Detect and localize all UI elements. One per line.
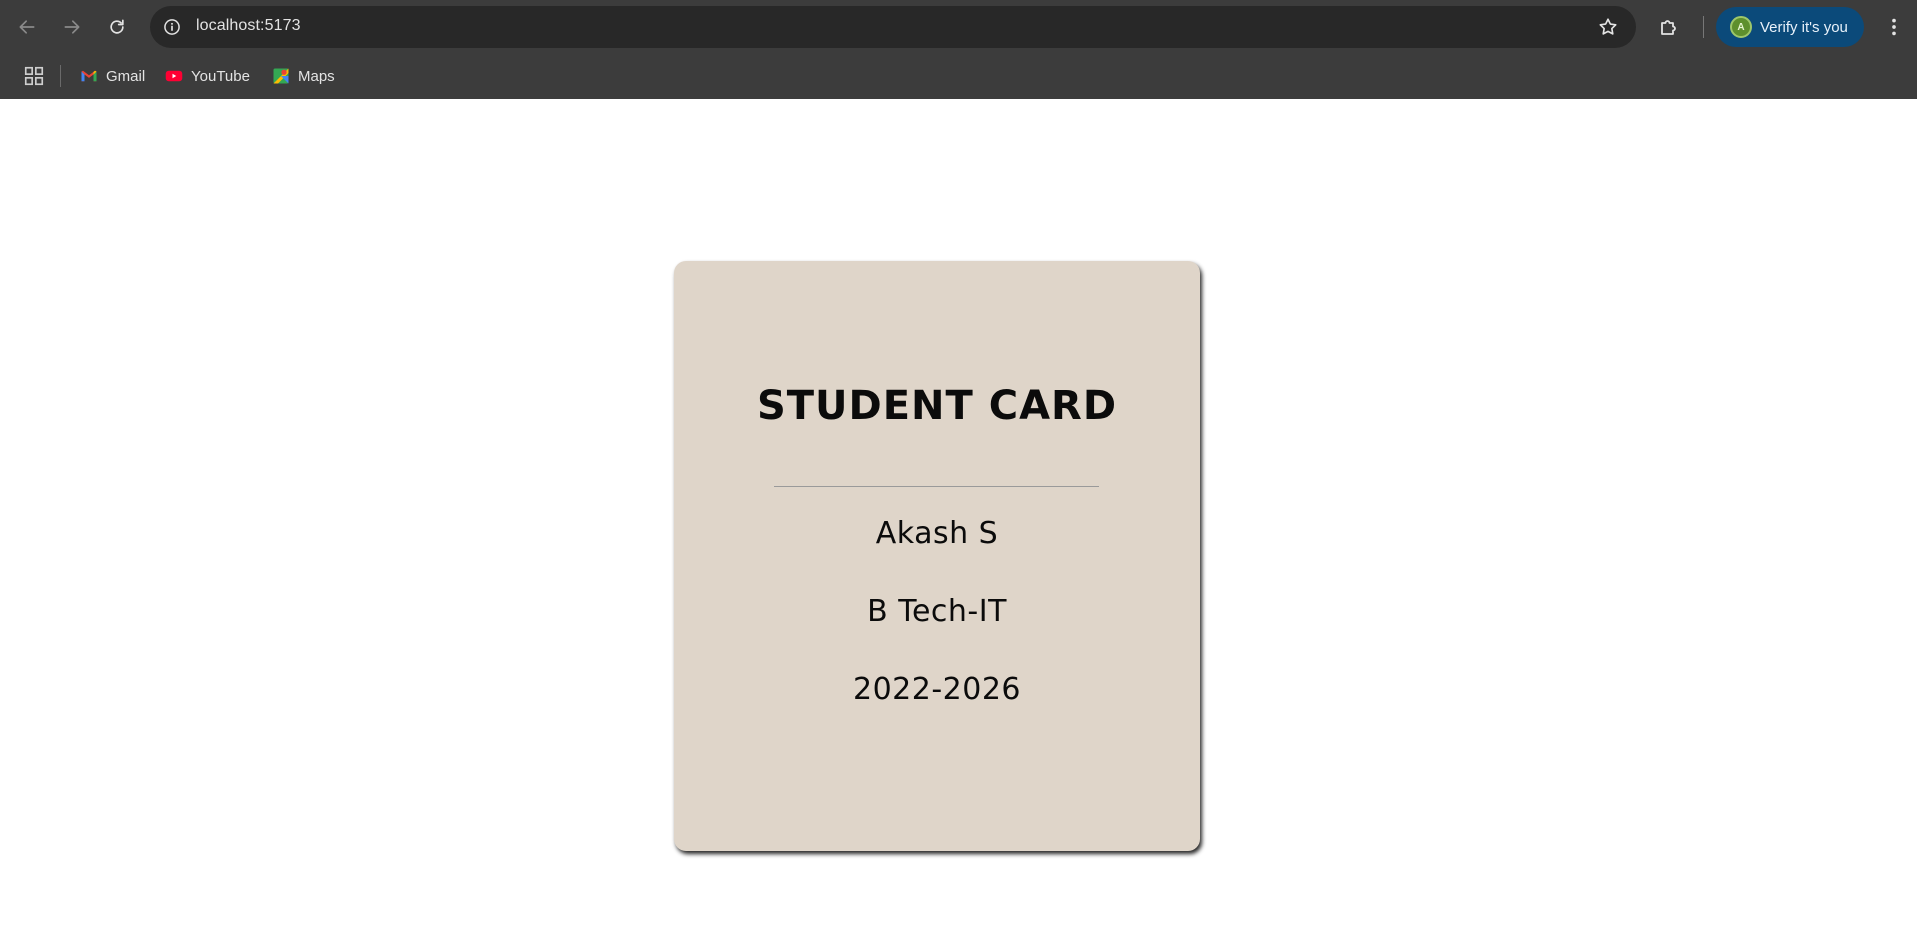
- apps-grid-icon[interactable]: [22, 64, 46, 88]
- puzzle-icon: [1661, 20, 1676, 35]
- back-button[interactable]: [11, 11, 43, 43]
- arrow-left-icon: [19, 20, 35, 34]
- browser-toolbar: localhost:5173 A Verify it's you: [0, 0, 1917, 54]
- forward-button[interactable]: [56, 11, 88, 43]
- address-bar[interactable]: localhost:5173: [150, 6, 1636, 48]
- bookmark-youtube[interactable]: YouTube: [165, 63, 250, 89]
- bookmark-maps[interactable]: Maps: [272, 63, 335, 89]
- student-program: B Tech-IT: [867, 594, 1007, 629]
- youtube-icon: [165, 67, 183, 85]
- student-name: Akash S: [875, 516, 999, 551]
- maps-icon: [272, 67, 290, 85]
- bookmarks-divider: [60, 65, 61, 87]
- toolbar-divider: [1703, 16, 1704, 38]
- arrow-right-icon: [64, 20, 80, 34]
- bookmarks-bar: Gmail YouTube Maps: [0, 54, 1917, 99]
- card-divider: [774, 486, 1099, 487]
- site-info-icon[interactable]: [160, 15, 184, 39]
- reload-button[interactable]: [101, 11, 133, 43]
- extensions-button[interactable]: [1655, 13, 1683, 41]
- browser-menu-button[interactable]: [1880, 13, 1908, 41]
- student-card: STUDENT CARD Akash S B Tech-IT 2022-2026: [674, 261, 1200, 851]
- card-title: STUDENT CARD: [756, 383, 1118, 429]
- url-text[interactable]: localhost:5173: [196, 17, 301, 35]
- verify-label: Verify it's you: [1760, 18, 1848, 36]
- avatar: A: [1730, 16, 1752, 38]
- kebab-menu-icon: [1892, 18, 1896, 36]
- bookmark-gmail[interactable]: Gmail: [80, 63, 145, 89]
- student-batch: 2022-2026: [852, 672, 1022, 707]
- bookmark-label: YouTube: [191, 67, 250, 85]
- bookmark-star-icon[interactable]: [1596, 15, 1620, 39]
- reload-icon: [110, 19, 124, 34]
- bookmark-label: Gmail: [106, 67, 146, 85]
- gmail-icon: [80, 67, 98, 85]
- verify-profile-button[interactable]: A Verify it's you: [1716, 7, 1864, 47]
- bookmark-label: Maps: [298, 67, 335, 85]
